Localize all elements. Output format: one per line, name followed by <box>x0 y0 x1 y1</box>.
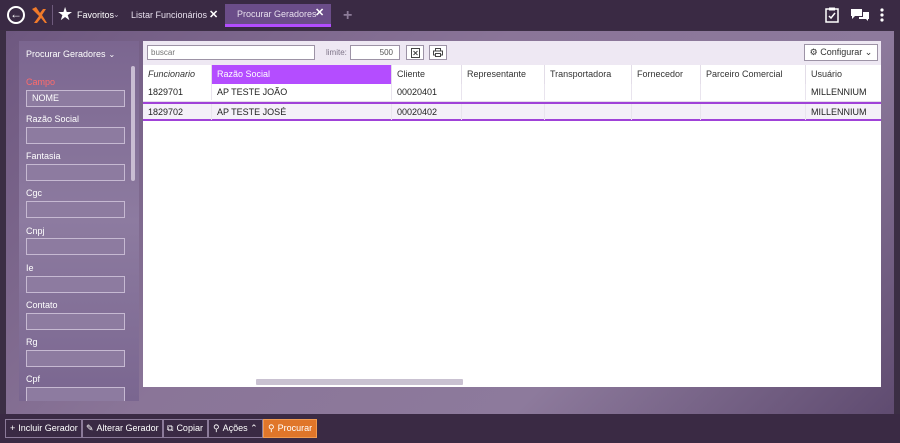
edit-gerador-button[interactable]: ✎ Alterar Gerador <box>81 419 164 438</box>
copy-button[interactable]: ⧉ Copiar <box>162 419 208 438</box>
cell-representante <box>462 84 545 100</box>
column-header-cliente[interactable]: Cliente <box>392 65 462 84</box>
tab-listar-funcionarios[interactable]: Listar Funcionários ✕ <box>125 4 223 26</box>
column-header-fornecedor[interactable]: Fornecedor <box>632 65 701 84</box>
cell-cliente: 00020401 <box>392 84 462 100</box>
search-button[interactable]: ⚲ Procurar <box>263 419 318 438</box>
divider <box>52 5 53 25</box>
close-icon[interactable]: ✕ <box>315 3 324 23</box>
table-row[interactable]: 1829701 AP TESTE JOÃO 00020401 MILLENNIU… <box>143 84 881 102</box>
table-row-selected[interactable]: 1829702 AP TESTE JOSÉ 00020402 MILLENNIU… <box>143 102 881 121</box>
panel-title-text: Procurar Geradores <box>26 49 106 59</box>
column-header-representante[interactable]: Representante <box>462 65 545 84</box>
star-icon[interactable]: ★ <box>57 4 73 24</box>
favorites-menu[interactable]: Favoritos <box>77 10 114 20</box>
chevron-down-icon[interactable]: ⌄ <box>113 10 120 19</box>
tab-procurar-geradores[interactable]: Procurar Geradores ✕ <box>225 4 331 27</box>
field-label-cgc: Cgc <box>26 188 43 198</box>
cell-representante <box>462 104 545 120</box>
cell-fornecedor <box>632 84 701 100</box>
printer-icon <box>433 48 443 57</box>
field-label-ie: Ie <box>26 263 34 273</box>
tab-label: Procurar Geradores <box>237 9 317 19</box>
cell-fornecedor <box>632 104 701 120</box>
column-header-usuario[interactable]: Usuário <box>806 65 881 84</box>
cgc-input[interactable] <box>26 201 125 218</box>
cell-razao-social: AP TESTE JOSÉ <box>212 104 392 120</box>
ie-input[interactable] <box>26 276 125 293</box>
field-label-campo: Campo <box>26 77 56 87</box>
chevron-up-icon: ⌃ <box>250 423 258 433</box>
results-panel: limite: 500 ⚙ Configurar ⌄ Funcionario R… <box>143 41 881 387</box>
field-label-cnpj: Cnpj <box>26 226 45 236</box>
cell-funcionario: 1829702 <box>143 104 212 120</box>
cell-cliente: 00020402 <box>392 104 462 120</box>
cell-usuario: MILLENNIUM <box>811 87 867 97</box>
button-label: Procurar <box>277 423 313 433</box>
close-icon[interactable]: ✕ <box>209 4 218 26</box>
print-button[interactable] <box>429 45 447 60</box>
plus-icon: + <box>10 423 16 433</box>
field-label-fantasia: Fantasia <box>26 151 61 161</box>
add-tab-icon[interactable]: + <box>343 8 352 24</box>
limit-label: limite: <box>326 48 347 57</box>
cpf-input[interactable] <box>26 387 125 401</box>
cnpj-input[interactable] <box>26 238 125 255</box>
search-filter-panel: Procurar Geradores ⌄ Campo NOME Razão Soc… <box>19 41 139 401</box>
rg-input[interactable] <box>26 350 125 367</box>
contato-input[interactable] <box>26 313 125 330</box>
top-bar: ← ★ Favoritos ⌄ Listar Funcionários ✕ Pr… <box>0 0 900 30</box>
button-label: Incluir Gerador <box>18 423 78 433</box>
field-label-rg: Rg <box>26 337 38 347</box>
search-input[interactable] <box>147 45 315 60</box>
gear-icon: ⚙ <box>809 47 818 57</box>
campo-select[interactable]: NOME <box>26 90 125 107</box>
cell-usuario: MILLENNIUM <box>811 107 867 117</box>
chevron-down-icon: ⌄ <box>864 47 873 57</box>
cell-transportadora <box>545 84 632 100</box>
button-label: Alterar Gerador <box>96 423 159 433</box>
clipboard-check-icon[interactable] <box>825 7 839 23</box>
column-header-funcionario[interactable]: Funcionario <box>143 65 212 84</box>
panel-title[interactable]: Procurar Geradores ⌄ <box>26 49 115 59</box>
search-icon: ⚲ <box>268 423 275 433</box>
bulb-icon: ⚲ <box>213 423 220 433</box>
configure-label: Configurar <box>820 47 863 57</box>
cell-funcionario: 1829701 <box>143 84 212 100</box>
razao-social-input[interactable] <box>26 127 125 144</box>
actions-menu-button[interactable]: ⚲ Ações ⌃ <box>208 419 263 438</box>
configure-button[interactable]: ⚙ Configurar ⌄ <box>804 44 878 61</box>
edit-icon: ✎ <box>86 423 94 433</box>
results-toolbar: limite: 500 ⚙ Configurar ⌄ <box>143 41 881 65</box>
limit-input[interactable]: 500 <box>350 45 400 60</box>
cell-parceiro-comercial <box>701 84 806 100</box>
kebab-menu-icon[interactable] <box>879 8 885 22</box>
app-logo-icon[interactable] <box>31 5 47 25</box>
fantasia-input[interactable] <box>26 164 125 181</box>
table-header: Funcionario Razão Social Cliente Represe… <box>143 65 881 84</box>
tab-label: Listar Funcionários <box>131 10 208 20</box>
column-header-parceiro-comercial[interactable]: Parceiro Comercial <box>701 65 806 84</box>
main-area: Procurar Geradores ⌄ Campo NOME Razão Soc… <box>6 31 894 414</box>
column-header-razao-social[interactable]: Razão Social <box>212 65 392 84</box>
chevron-down-icon[interactable]: ⌄ <box>109 50 116 59</box>
export-file-icon <box>410 48 420 58</box>
cell-transportadora <box>545 104 632 120</box>
back-icon[interactable]: ← <box>7 6 25 24</box>
field-label-contato: Contato <box>26 300 58 310</box>
button-label: Ações <box>222 423 248 433</box>
scrollbar[interactable] <box>131 66 135 181</box>
add-gerador-button[interactable]: + Incluir Gerador <box>5 419 83 438</box>
bottom-action-bar: + Incluir Gerador ✎ Alterar Gerador ⧉ Copia… <box>0 414 900 443</box>
button-label: Copiar <box>176 423 203 433</box>
cell-parceiro-comercial <box>701 104 806 120</box>
horizontal-scrollbar[interactable] <box>256 379 463 385</box>
field-label-cpf: Cpf <box>26 374 41 384</box>
cell-razao-social: AP TESTE JOÃO <box>212 84 392 100</box>
copy-icon: ⧉ <box>167 423 174 433</box>
field-label-razao-social: Razão Social <box>26 114 80 124</box>
column-header-transportadora[interactable]: Transportadora <box>545 65 632 84</box>
export-excel-button[interactable] <box>406 45 424 60</box>
chat-icon[interactable] <box>850 8 870 22</box>
